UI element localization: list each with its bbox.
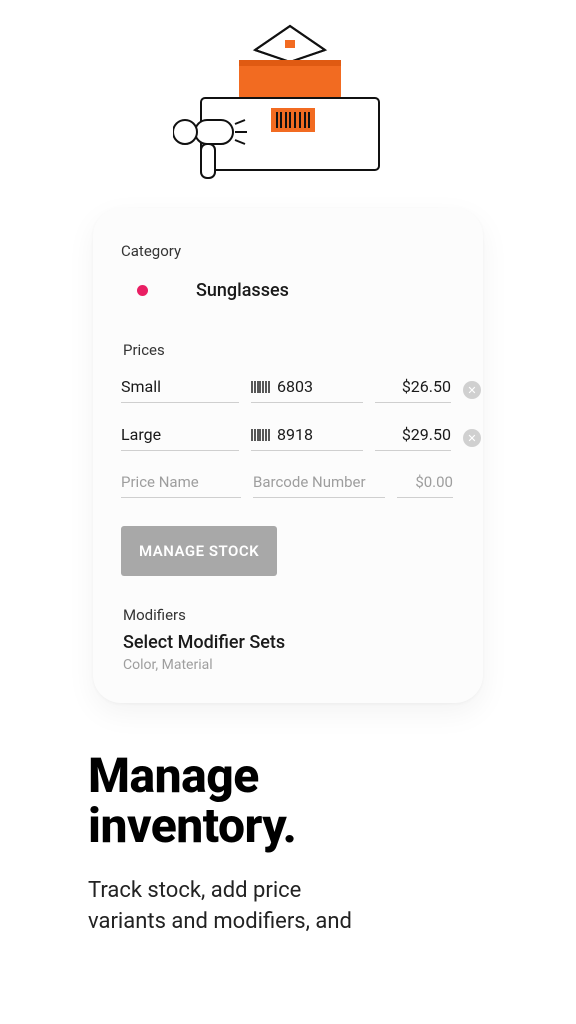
close-icon: ✕ <box>467 433 476 444</box>
price-row: Small 6803 <box>121 377 455 403</box>
price-row: Large 8918 <box>121 425 455 451</box>
price-name-input[interactable]: Small <box>121 377 239 403</box>
new-price-barcode-input[interactable]: Barcode Number <box>253 473 385 498</box>
price-amount-input[interactable]: $29.50 <box>375 425 451 451</box>
new-price-name-input[interactable]: Price Name <box>121 473 241 498</box>
barcode-icon <box>251 428 271 442</box>
category-row[interactable]: Sunglasses <box>121 280 455 301</box>
price-barcode-input[interactable]: 8918 <box>251 425 363 451</box>
close-icon: ✕ <box>467 385 476 396</box>
price-name-input[interactable]: Large <box>121 425 239 451</box>
delete-price-button[interactable]: ✕ <box>463 381 481 399</box>
page-headline: Manage inventory. <box>88 751 468 852</box>
barcode-icon <box>251 380 271 394</box>
delete-price-button[interactable]: ✕ <box>463 429 481 447</box>
modifiers-label: Modifiers <box>123 606 455 624</box>
price-barcode-input[interactable]: 6803 <box>251 377 363 403</box>
stacked-packages-icon <box>173 18 403 188</box>
page-subhead: Track stock, add price variants and modi… <box>88 876 468 938</box>
marketing-copy: Manage inventory. Track stock, add price… <box>88 751 468 937</box>
category-name: Sunglasses <box>196 280 289 301</box>
page: Category Sunglasses Prices Small <box>0 0 576 1024</box>
new-price-row: Price Name Barcode Number $0.00 <box>121 473 455 498</box>
manage-stock-button[interactable]: MANAGE STOCK <box>121 526 277 576</box>
price-amount-input[interactable]: $26.50 <box>375 377 451 403</box>
select-modifier-sets[interactable]: Select Modifier Sets <box>123 632 455 653</box>
category-label: Category <box>121 242 455 260</box>
prices-label: Prices <box>123 341 455 359</box>
price-rows: Small 6803 <box>121 377 455 498</box>
category-color-dot <box>137 285 148 296</box>
new-price-amount-input[interactable]: $0.00 <box>397 473 453 498</box>
modifier-sets-subtitle: Color, Material <box>123 657 455 673</box>
hero-illustration <box>0 18 576 198</box>
product-card: Category Sunglasses Prices Small <box>93 208 483 703</box>
